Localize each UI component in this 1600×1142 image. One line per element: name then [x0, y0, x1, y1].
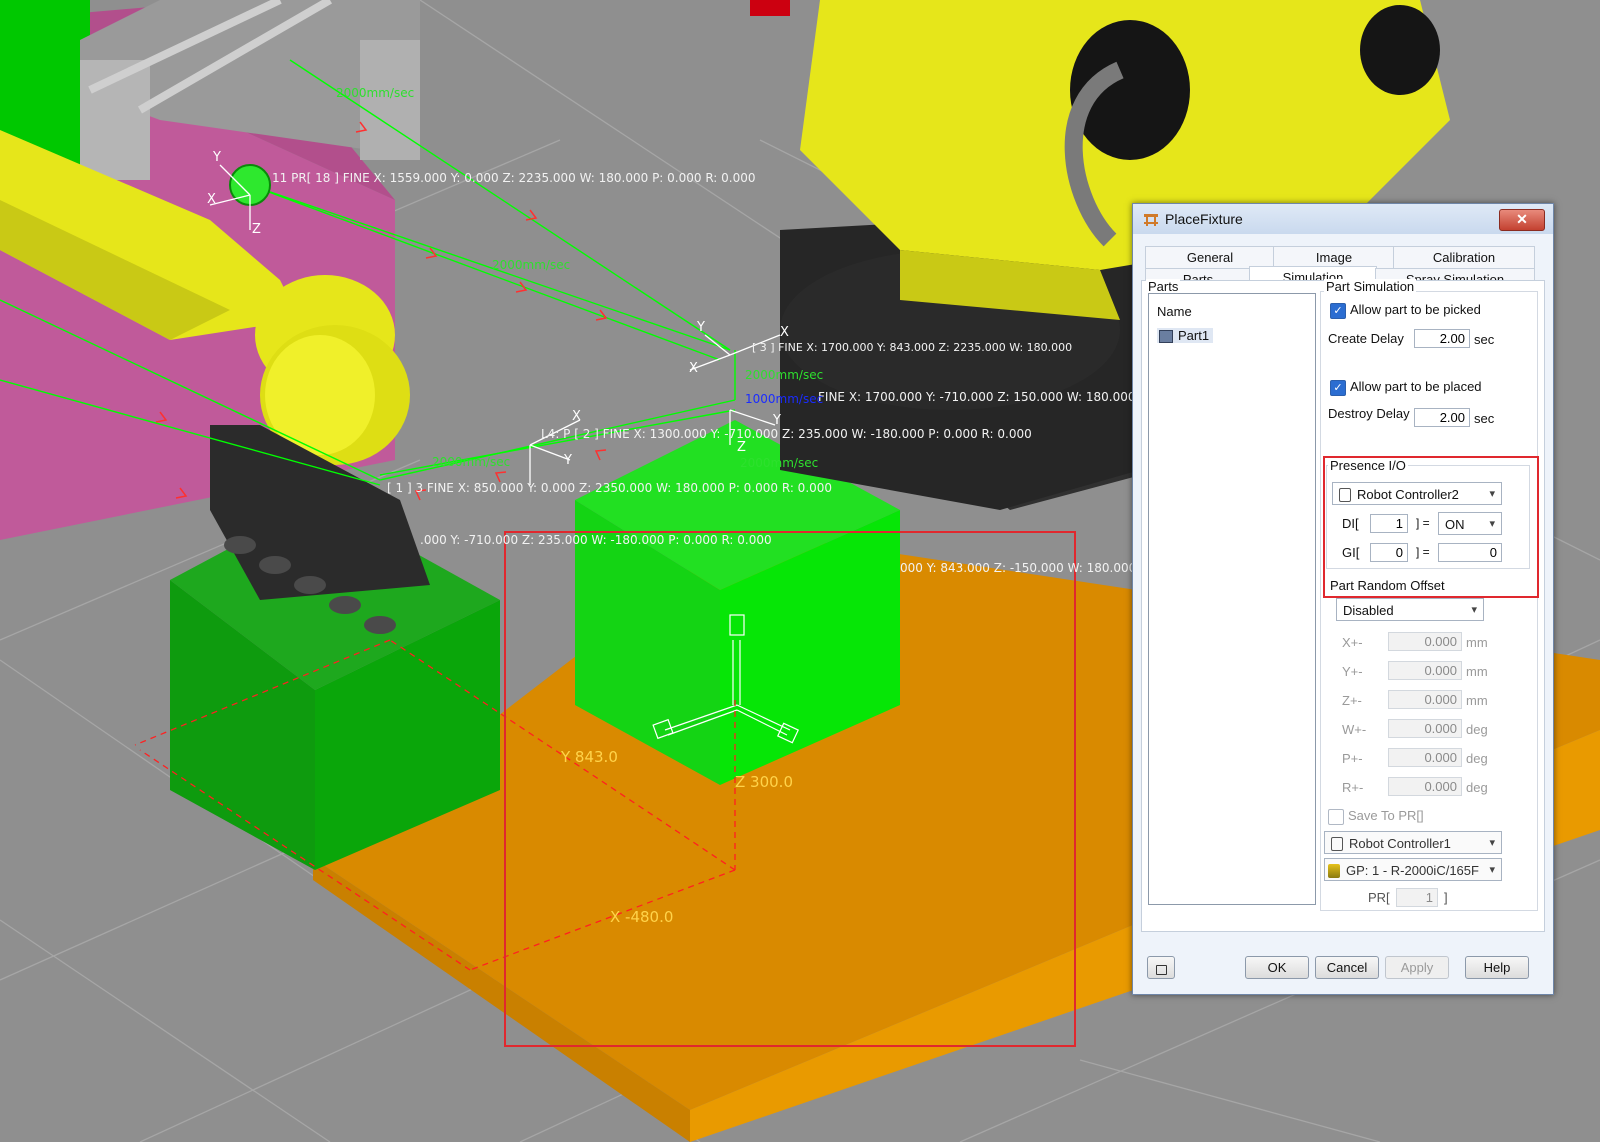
pr-label: PR[ [1368, 890, 1390, 905]
lock-icon [1155, 965, 1167, 975]
ok-button[interactable]: OK [1245, 956, 1309, 979]
point-label[interactable]: FINE X: 1700.000 Y: -710.000 Z: 150.000 … [818, 390, 1148, 404]
lock-button[interactable] [1147, 956, 1175, 979]
part-icon [1159, 330, 1173, 344]
create-delay-label: Create Delay [1328, 331, 1404, 346]
save-controller-select[interactable]: Robot Controller1 ▾ [1324, 831, 1502, 854]
axis-label-x: X [780, 325, 789, 340]
axis-label-x: X [207, 192, 216, 207]
dialog-title: PlaceFixture [1165, 211, 1243, 227]
speed-label: 2000mm/sec [740, 456, 819, 470]
offset-y-unit: mm [1466, 664, 1488, 679]
axis-label-x: X [689, 361, 698, 376]
axis-label-x: X [572, 409, 581, 424]
offset-r-input[interactable] [1388, 777, 1462, 796]
offset-w-label: W+- [1342, 722, 1367, 737]
point-label[interactable]: .000 Y: -710.000 Z: 235.000 W: -180.000 … [420, 533, 772, 547]
apply-button[interactable]: Apply [1385, 956, 1449, 979]
point-label[interactable]: 000 Y: 843.000 Z: -150.000 W: 180.000 P: [900, 561, 1151, 575]
random-offset-mode-select[interactable]: Disabled ▾ [1336, 598, 1484, 621]
offset-p-unit: deg [1466, 751, 1488, 766]
axis-label-y: Y [773, 413, 781, 428]
part-name: Part1 [1178, 328, 1210, 343]
destroy-delay-label: Destroy Delay [1328, 406, 1410, 421]
controller-icon [1331, 836, 1343, 851]
chevron-down-icon: ▾ [1489, 864, 1495, 876]
cancel-button[interactable]: Cancel [1315, 956, 1379, 979]
speed-label: 2000mm/sec [336, 86, 415, 100]
parts-list[interactable]: Name Part1 [1148, 293, 1316, 905]
list-item[interactable]: Part1 [1157, 328, 1214, 344]
point-label[interactable]: 11 PR[ 18 ] FINE X: 1559.000 Y: 0.000 Z:… [272, 171, 756, 185]
offset-w-input[interactable] [1388, 719, 1462, 738]
part-simulation-group-label: Part Simulation [1324, 279, 1417, 294]
point-label[interactable]: [ 1 ] 3 FINE X: 850.000 Y: 0.000 Z: 2350… [387, 481, 832, 495]
allow-picked-label[interactable]: Allow part to be picked [1350, 302, 1481, 317]
offset-p-label: P+- [1342, 751, 1363, 766]
placefixture-dialog[interactable]: PlaceFixture ✕ General Image Calibration… [1132, 203, 1554, 995]
create-delay-unit: sec [1474, 332, 1495, 347]
pr-index-input[interactable] [1396, 888, 1438, 907]
axis-label-y: Y [697, 320, 705, 335]
offset-y-label: Y+- [1342, 664, 1363, 679]
axis-label-z: Z [252, 222, 261, 237]
close-button[interactable]: ✕ [1499, 209, 1545, 231]
robot-icon [1328, 863, 1340, 878]
dialog-titlebar[interactable]: PlaceFixture ✕ [1133, 204, 1553, 234]
help-button[interactable]: Help [1465, 956, 1529, 979]
save-group-select[interactable]: GP: 1 - R-2000iC/165F ▾ [1324, 858, 1502, 881]
offset-z-unit: mm [1466, 693, 1488, 708]
tab-calibration[interactable]: Calibration [1393, 246, 1535, 269]
axis-label-y: Y [213, 150, 221, 165]
parts-column-header[interactable]: Name [1157, 304, 1192, 319]
speed-label: 2000mm/sec [492, 258, 571, 272]
tab-content-simulation: Parts Name Part1 Part Simulation ✓ Allow… [1141, 279, 1545, 932]
chevron-down-icon: ▾ [1471, 604, 1477, 616]
speed-label: 1000mm/sec [745, 392, 824, 406]
allow-picked-checkbox[interactable]: ✓ [1330, 303, 1346, 319]
offset-z-label: Z+- [1342, 693, 1362, 708]
speed-label: 2000mm/sec [432, 455, 511, 469]
allow-placed-checkbox[interactable]: ✓ [1330, 380, 1346, 396]
dimension-label-y: Y 843.0 [561, 748, 618, 766]
save-to-pr-checkbox[interactable] [1328, 809, 1344, 825]
fixture-icon [1144, 214, 1158, 226]
axis-label-z: Z [737, 440, 746, 455]
pr-label-close: ] [1444, 890, 1448, 905]
destroy-delay-input[interactable] [1414, 408, 1470, 427]
presence-io-highlight [1323, 456, 1539, 598]
offset-r-unit: deg [1466, 780, 1488, 795]
create-delay-input[interactable] [1414, 329, 1470, 348]
offset-y-input[interactable] [1388, 661, 1462, 680]
point-label[interactable]: [ 3 ] FINE X: 1700.000 Y: 843.000 Z: 223… [752, 341, 1072, 354]
chevron-down-icon: ▾ [1489, 837, 1495, 849]
offset-p-input[interactable] [1388, 748, 1462, 767]
point-label[interactable]: L4: P [ 2 ] FINE X: 1300.000 Y: -710.000… [541, 427, 1032, 441]
allow-placed-label[interactable]: Allow part to be placed [1350, 379, 1482, 394]
axis-label-y: Y [564, 453, 572, 468]
dimension-label-x: X -480.0 [610, 908, 674, 926]
parts-group-label: Parts [1146, 279, 1181, 294]
dimension-label-z: Z 300.0 [735, 773, 793, 791]
offset-x-label: X+- [1342, 635, 1363, 650]
offset-z-input[interactable] [1388, 690, 1462, 709]
speed-label: 2000mm/sec [745, 368, 824, 382]
destroy-delay-unit: sec [1474, 411, 1495, 426]
offset-r-label: R+- [1342, 780, 1364, 795]
offset-x-input[interactable] [1388, 632, 1462, 651]
offset-x-unit: mm [1466, 635, 1488, 650]
offset-w-unit: deg [1466, 722, 1488, 737]
save-to-pr-label[interactable]: Save To PR[] [1348, 808, 1424, 823]
